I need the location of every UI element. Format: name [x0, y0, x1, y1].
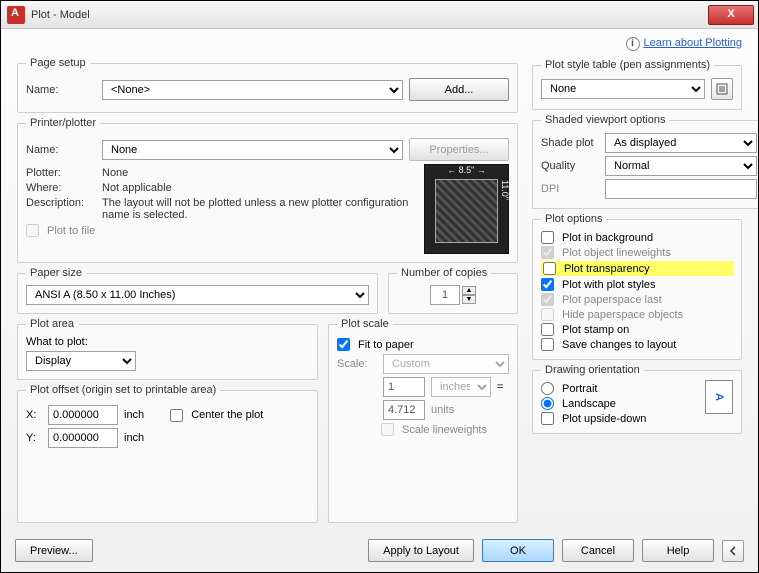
scale-lineweights-checkbox[interactable]: Scale lineweights [381, 423, 509, 436]
paper-size-select[interactable]: ANSI A (8.50 x 11.00 Inches) [26, 285, 369, 305]
orientation-legend: Drawing orientation [541, 364, 644, 376]
cancel-button[interactable]: Cancel [562, 539, 634, 562]
plot-paperspace-checkbox[interactable]: Plot paperspace last [541, 293, 733, 306]
what-to-plot-select[interactable]: Display [26, 351, 136, 371]
plot-scale-group: Plot scale Fit to paper Scale: Custom in… [328, 318, 518, 523]
where-label: Where: [26, 182, 96, 194]
titlebar: Plot - Model X [1, 1, 758, 29]
info-icon: i [626, 37, 640, 51]
paper-size-legend: Paper size [26, 267, 86, 279]
quality-label: Quality [541, 160, 599, 172]
close-button[interactable]: X [708, 5, 754, 25]
footer: Preview... Apply to Layout OK Cancel Hel… [1, 533, 758, 572]
copies-legend: Number of copies [397, 267, 491, 279]
scale-select[interactable]: Custom [383, 354, 509, 374]
plot-lw-checkbox[interactable]: Plot object lineweights [541, 246, 733, 259]
preview-button[interactable]: Preview... [15, 539, 93, 562]
copies-down[interactable]: ▼ [462, 295, 476, 304]
upside-down-checkbox[interactable]: Plot upside-down [541, 412, 699, 425]
plot-style-legend: Plot style table (pen assignments) [541, 59, 714, 71]
learn-link[interactable]: Learn about Plotting [644, 37, 742, 49]
plot-style-edit-button[interactable] [711, 78, 733, 100]
page-setup-add-button[interactable]: Add... [409, 78, 509, 101]
dpi-label: DPI [541, 183, 599, 195]
scale-units-label: units [431, 404, 454, 416]
offset-x-label: X: [26, 409, 42, 421]
plot-scale-legend: Plot scale [337, 318, 393, 330]
printer-name-label: Name: [26, 144, 96, 156]
orientation-icon: A [705, 380, 733, 414]
help-button[interactable]: Help [642, 539, 714, 562]
shade-plot-select[interactable]: As displayed [605, 133, 757, 153]
offset-x-unit: inch [124, 409, 144, 421]
window-title: Plot - Model [31, 9, 708, 21]
plot-dialog: Plot - Model X . Page setup Name: <None>… [0, 0, 759, 573]
paper-size-group: Paper size ANSI A (8.50 x 11.00 Inches) [17, 267, 378, 314]
scale-unit-select[interactable]: inches [431, 377, 491, 397]
paper-preview: ← 8.5" → 11.0" [424, 164, 509, 254]
dpi-input[interactable] [605, 179, 757, 199]
desc-value: The layout will not be plotted unless a … [102, 197, 416, 221]
offset-y-input[interactable] [48, 428, 118, 448]
plot-area-group: Plot area What to plot: Display [17, 318, 318, 380]
plot-transparency-checkbox[interactable]: Plot transparency [541, 261, 733, 276]
what-to-plot-label: What to plot: [26, 336, 309, 348]
learn-link-row: i Learn about Plotting [532, 37, 742, 51]
printer-legend: Printer/plotter [26, 117, 100, 129]
printer-properties-button[interactable]: Properties... [409, 138, 509, 161]
page-setup-legend: Page setup [26, 57, 90, 69]
fit-to-paper-checkbox[interactable]: Fit to paper [337, 338, 509, 351]
shade-plot-label: Shade plot [541, 137, 599, 149]
plot-style-table-group: Plot style table (pen assignments) None [532, 59, 742, 110]
desc-label: Description: [26, 197, 96, 209]
center-plot-checkbox[interactable]: Center the plot [170, 409, 263, 422]
orientation-group: Drawing orientation Portrait Landscape P… [532, 364, 742, 434]
plotter-label: Plotter: [26, 167, 96, 179]
app-icon [7, 6, 25, 24]
plotter-value: None [102, 167, 416, 179]
landscape-radio[interactable]: Landscape [541, 397, 699, 410]
scale-denominator[interactable] [383, 400, 425, 420]
plot-styles-checkbox[interactable]: Plot with plot styles [541, 278, 733, 291]
ok-button[interactable]: OK [482, 539, 554, 562]
save-changes-checkbox[interactable]: Save changes to layout [541, 338, 733, 351]
plot-options-legend: Plot options [541, 213, 606, 225]
plot-area-legend: Plot area [26, 318, 78, 330]
plot-options-group: Plot options Plot in background Plot obj… [532, 213, 742, 360]
collapse-button[interactable] [722, 540, 744, 562]
scale-numerator[interactable] [383, 377, 425, 397]
plot-style-select[interactable]: None [541, 79, 705, 99]
portrait-radio[interactable]: Portrait [541, 382, 699, 395]
scale-label: Scale: [337, 358, 377, 370]
plot-bg-checkbox[interactable]: Plot in background [541, 231, 733, 244]
offset-y-unit: inch [124, 432, 144, 444]
printer-group: Printer/plotter Name: None Properties...… [17, 117, 518, 263]
plot-stamp-checkbox[interactable]: Plot stamp on [541, 323, 733, 336]
copies-group: Number of copies ▲▼ [388, 267, 518, 314]
apply-layout-button[interactable]: Apply to Layout [368, 539, 474, 562]
page-setup-group: Page setup Name: <None> Add... [17, 57, 518, 113]
copies-up[interactable]: ▲ [462, 286, 476, 295]
plot-to-file-checkbox[interactable]: Plot to file [26, 224, 416, 237]
copies-spinner[interactable]: ▲▼ [430, 285, 476, 305]
offset-y-label: Y: [26, 432, 42, 444]
plot-offset-group: Plot offset (origin set to printable are… [17, 384, 318, 523]
plot-offset-legend: Plot offset (origin set to printable are… [26, 384, 220, 396]
where-value: Not applicable [102, 182, 416, 194]
page-setup-name-select[interactable]: <None> [102, 80, 403, 100]
shaded-legend: Shaded viewport options [541, 114, 669, 126]
shaded-viewport-group: Shaded viewport options Shade plot As dis… [532, 114, 758, 209]
printer-name-select[interactable]: None [102, 140, 403, 160]
page-setup-name-label: Name: [26, 84, 96, 96]
hide-paperspace-checkbox[interactable]: Hide paperspace objects [541, 308, 733, 321]
quality-select[interactable]: Normal [605, 156, 757, 176]
offset-x-input[interactable] [48, 405, 118, 425]
